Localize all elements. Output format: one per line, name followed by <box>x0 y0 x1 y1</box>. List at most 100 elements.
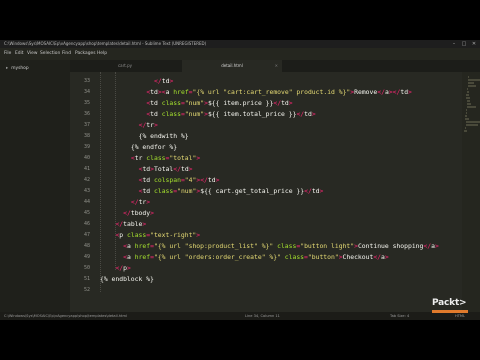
code-token: Checkout <box>342 253 374 261</box>
code-line[interactable]: 39 {% endfor %} <box>70 142 470 153</box>
tab-label: detail.html <box>221 63 243 68</box>
code-token: > <box>188 165 193 173</box>
sublime-text-window: C:\Windows\Sys\MOSAIC\Ep\vAgencyapp\shop… <box>0 40 480 320</box>
code-token: td <box>400 88 409 96</box>
tab-detail-html[interactable]: detail.html ✕ <box>182 60 282 72</box>
code-line[interactable]: 41 <td>Total</td> <box>70 164 470 175</box>
menu-file[interactable]: File <box>4 48 11 60</box>
menu-view[interactable]: View <box>27 48 37 60</box>
code-text: {% endfor %} <box>131 142 177 153</box>
code-token: td <box>150 110 162 118</box>
code-token: "{% url "cart:cart_remove" product.id %}… <box>192 88 351 96</box>
line-number: 34 <box>83 89 90 95</box>
code-token: </ <box>296 110 305 118</box>
minimize-icon[interactable]: – <box>450 40 458 48</box>
code-line[interactable]: 50 </p> <box>70 263 470 274</box>
code-line[interactable]: 49 <a href="{% url "orders:order_create" … <box>70 252 470 263</box>
code-text: <tr class="total"> <box>131 153 200 164</box>
menu-edit[interactable]: Edit <box>15 48 24 60</box>
close-tab-icon[interactable]: ✕ <box>275 60 278 72</box>
tab-cart-py[interactable]: cart.py <box>70 60 180 72</box>
code-token: ${{ cart.get_total_price }} <box>200 187 305 195</box>
line-number: 50 <box>83 265 90 271</box>
code-line[interactable]: 51 {% endblock %} <box>70 274 470 285</box>
minimap-line <box>465 115 467 117</box>
close-icon[interactable]: ✕ <box>470 40 478 48</box>
menu-help[interactable]: Help <box>97 48 107 60</box>
code-token: Remove <box>354 88 378 96</box>
code-line[interactable]: 33 </td> <box>70 76 470 87</box>
chevron-right-icon: ▸ <box>6 66 9 71</box>
minimap-line <box>467 100 470 102</box>
code-line[interactable]: 46 </table> <box>70 219 470 230</box>
minimap-line <box>467 79 480 81</box>
code-token: a <box>127 253 135 261</box>
minimap-line <box>467 106 476 108</box>
packt-logo-text: Packt> <box>432 298 467 308</box>
code-editor[interactable]: 33 </td> 34 <td><a href="{% url "cart:cart_… <box>70 72 480 312</box>
code-token: colspan <box>154 176 181 184</box>
code-token: p <box>119 231 127 239</box>
folder-label: myshop <box>11 66 29 71</box>
code-line[interactable]: 52 <box>70 285 470 296</box>
status-indent[interactable]: Tab Size: 4 <box>390 312 409 320</box>
code-token: tbody <box>130 209 151 217</box>
code-token: td <box>281 99 289 107</box>
code-token: "text-right" <box>150 231 197 239</box>
window-title: C:\Windows\Sys\MOSAIC\Ep\vAgencyapp\shop… <box>4 41 207 46</box>
code-token: > <box>154 121 158 129</box>
line-number: 51 <box>83 276 90 282</box>
code-token: {% endblock %} <box>100 275 154 283</box>
code-line[interactable]: 47 <p class="text-right"> <box>70 230 470 241</box>
code-token: class <box>154 187 174 195</box>
minimap-line <box>467 103 471 105</box>
code-token: > <box>215 176 220 184</box>
code-line[interactable]: 45 </tbody> <box>70 208 470 219</box>
code-token: td <box>142 187 154 195</box>
code-text: <td class="num">${{ cart.get_total_price… <box>139 186 324 197</box>
code-text: <td>Total</td> <box>139 164 193 175</box>
line-number: 41 <box>83 166 90 172</box>
sidebar-folder[interactable]: ▸ myshop <box>6 64 29 73</box>
code-line[interactable]: 34 <td><a href="{% url "cart:cart_remove"… <box>70 87 470 98</box>
minimap[interactable] <box>462 72 480 312</box>
code-token: </ <box>173 165 181 173</box>
code-text: </td> <box>154 76 173 87</box>
code-token: </ <box>423 242 432 250</box>
code-token: td <box>150 88 158 96</box>
code-line[interactable]: 36 <td class="num">${{ item.total_price }… <box>70 109 470 120</box>
code-text: </tr> <box>139 120 158 131</box>
code-line[interactable]: 43 <td class="num">${{ cart.get_total_pri… <box>70 186 470 197</box>
code-line[interactable]: 35 <td class="num">${{ item.price }}</td> <box>70 98 470 109</box>
line-number: 33 <box>83 78 90 84</box>
code-line[interactable]: 40 <tr class="total"> <box>70 153 470 164</box>
tab-label: cart.py <box>117 63 133 68</box>
status-bar: C:\Windows\Sys\MOSAIC\Ep\vAgencyapp\shop… <box>0 312 480 320</box>
code-text: {% endwith %} <box>139 131 189 142</box>
status-path: C:\Windows\Sys\MOSAIC\Ep\vAgencyapp\shop… <box>4 314 127 318</box>
line-number: 40 <box>83 155 90 161</box>
minimap-line <box>465 121 480 123</box>
maximize-icon[interactable]: □ <box>460 40 468 48</box>
menu-find[interactable]: Find <box>62 48 71 60</box>
minimap-line <box>465 127 466 129</box>
code-line[interactable]: 42 <td colspan="4"></td> <box>70 175 470 186</box>
code-line[interactable]: 37 </tr> <box>70 120 470 131</box>
code-token: > <box>196 154 201 162</box>
code-token: table <box>123 220 143 228</box>
code-line[interactable]: 44 </tr> <box>70 197 470 208</box>
code-text: <td class="num">${{ item.total_price }}<… <box>146 109 315 120</box>
code-token: "num" <box>184 99 205 107</box>
menu-selection[interactable]: Selection <box>40 48 60 60</box>
code-line[interactable]: 38 {% endwith %} <box>70 131 470 142</box>
title-bar: C:\Windows\Sys\MOSAIC\Ep\vAgencyapp\shop… <box>0 40 480 48</box>
menu-packages[interactable]: Packages <box>75 48 96 60</box>
line-number: 36 <box>83 111 90 117</box>
status-position: Line 34, Column 11 <box>245 314 280 318</box>
code-token: class <box>277 242 297 250</box>
code-line[interactable]: 48 <a href="{% url "shop:product_list" %}… <box>70 241 470 252</box>
code-token: >< <box>157 88 166 96</box>
code-token: > <box>127 264 131 272</box>
code-token: </ <box>123 209 131 217</box>
code-token: "total" <box>169 154 197 162</box>
